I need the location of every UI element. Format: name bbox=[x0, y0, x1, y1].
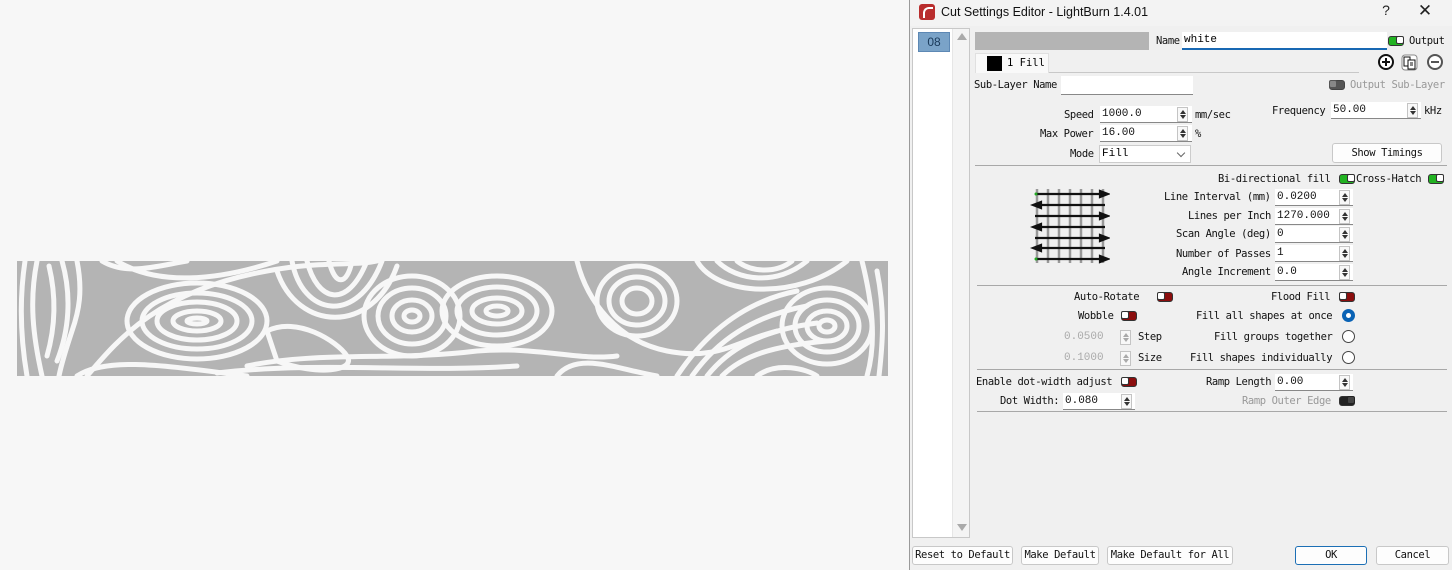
output-toggle[interactable] bbox=[1388, 36, 1404, 46]
wobble-label: Wobble bbox=[1078, 310, 1114, 322]
bidirectional-fill-toggle[interactable] bbox=[1339, 174, 1355, 184]
cancel-button[interactable]: Cancel bbox=[1376, 546, 1449, 565]
design-canvas[interactable] bbox=[0, 0, 905, 570]
wobble-toggle[interactable] bbox=[1121, 311, 1137, 321]
sublayer-name-label: Sub-Layer Name bbox=[974, 79, 1057, 91]
divider bbox=[977, 411, 1447, 412]
frequency-unit: kHz bbox=[1424, 105, 1442, 117]
damascus-pattern-shape[interactable] bbox=[17, 261, 888, 376]
wobble-step-label: Step bbox=[1138, 331, 1162, 343]
fill-preview-diagram bbox=[1030, 189, 1110, 264]
number-of-passes-label: Number of Passes bbox=[1176, 248, 1271, 260]
scroll-up-arrow-icon[interactable] bbox=[957, 33, 967, 40]
mode-select[interactable]: Fill bbox=[1099, 145, 1191, 163]
layer-list-scrollbar[interactable] bbox=[952, 29, 969, 537]
lines-per-inch-spinner[interactable] bbox=[1339, 209, 1350, 224]
chevron-down-icon bbox=[1176, 148, 1186, 158]
max-power-label: Max Power bbox=[1040, 128, 1094, 140]
sublayer-color-swatch bbox=[987, 56, 1002, 71]
divider bbox=[977, 369, 1447, 370]
max-power-spinner[interactable] bbox=[1177, 126, 1188, 141]
dot-width-label: Dot Width: bbox=[1000, 395, 1060, 407]
layer-item-08[interactable]: 08 bbox=[918, 32, 950, 52]
frequency-label: Frequency bbox=[1272, 105, 1326, 117]
tab-label: 1 Fill bbox=[1007, 57, 1045, 69]
line-interval-label: Line Interval (mm) bbox=[1164, 191, 1271, 203]
flood-fill-label: Flood Fill bbox=[1271, 291, 1331, 303]
scan-angle-label: Scan Angle (deg) bbox=[1176, 228, 1271, 240]
enable-dot-width-label: Enable dot-width adjust bbox=[976, 376, 1113, 388]
divider bbox=[977, 285, 1447, 286]
speed-unit: mm/sec bbox=[1195, 109, 1231, 121]
ramp-length-spinner[interactable] bbox=[1339, 375, 1350, 390]
flood-fill-toggle[interactable] bbox=[1339, 292, 1355, 302]
mode-label: Mode bbox=[1070, 148, 1094, 160]
wobble-step-input[interactable]: 0.0500 bbox=[1062, 329, 1112, 346]
dot-width-spinner[interactable] bbox=[1121, 394, 1132, 409]
help-button[interactable]: ? bbox=[1373, 2, 1399, 22]
cross-hatch-label: Cross-Hatch bbox=[1356, 173, 1422, 185]
remove-sublayer-icon[interactable] bbox=[1427, 54, 1443, 70]
make-default-for-all-button[interactable]: Make Default for All bbox=[1107, 546, 1233, 565]
ramp-outer-edge-label: Ramp Outer Edge bbox=[1242, 395, 1331, 407]
fill-groups-together-radio[interactable] bbox=[1342, 330, 1355, 343]
angle-increment-spinner[interactable] bbox=[1339, 265, 1350, 280]
layer-name-input[interactable]: white bbox=[1182, 32, 1387, 50]
make-default-button[interactable]: Make Default bbox=[1021, 546, 1099, 565]
copy-sublayer-icon[interactable] bbox=[1401, 54, 1418, 71]
wobble-size-input[interactable]: 0.1000 bbox=[1062, 350, 1112, 367]
mode-value: Fill bbox=[1102, 148, 1129, 160]
tab-1-fill[interactable]: 1 Fill bbox=[975, 53, 1049, 73]
ramp-length-label: Ramp Length bbox=[1206, 376, 1272, 388]
ok-button[interactable]: OK bbox=[1295, 546, 1367, 565]
line-interval-spinner[interactable] bbox=[1339, 190, 1350, 205]
auto-rotate-label: Auto-Rotate bbox=[1074, 291, 1140, 303]
lightburn-app-icon bbox=[919, 4, 935, 20]
output-label: Output bbox=[1409, 35, 1445, 47]
angle-increment-label: Angle Increment bbox=[1182, 266, 1271, 278]
fill-shapes-individually-radio[interactable] bbox=[1342, 351, 1355, 364]
name-label: Name bbox=[1156, 35, 1180, 47]
sublayer-name-input[interactable] bbox=[1061, 76, 1193, 95]
auto-rotate-toggle[interactable] bbox=[1157, 292, 1173, 302]
ramp-outer-edge-toggle[interactable] bbox=[1339, 396, 1355, 406]
frequency-spinner[interactable] bbox=[1407, 103, 1418, 118]
fill-all-shapes-label: Fill all shapes at once bbox=[1196, 310, 1333, 322]
window-title: Cut Settings Editor - LightBurn 1.4.01 bbox=[941, 5, 1149, 19]
reset-to-default-button[interactable]: Reset to Default bbox=[912, 546, 1013, 565]
layer-list[interactable]: 08 bbox=[912, 28, 970, 538]
number-of-passes-spinner[interactable] bbox=[1339, 246, 1350, 261]
close-button[interactable]: ✕ bbox=[1410, 1, 1440, 23]
output-sublayer-label: Output Sub-Layer bbox=[1350, 79, 1445, 91]
scroll-down-arrow-icon[interactable] bbox=[957, 524, 967, 531]
speed-label: Speed bbox=[1064, 109, 1094, 121]
output-sublayer-toggle[interactable] bbox=[1329, 80, 1345, 90]
scan-angle-spinner[interactable] bbox=[1339, 227, 1350, 242]
bidirectional-fill-label: Bi-directional fill bbox=[1218, 173, 1331, 185]
wobble-size-spinner[interactable] bbox=[1120, 351, 1131, 366]
layer-color-swatch[interactable] bbox=[975, 32, 1149, 50]
wobble-step-spinner[interactable] bbox=[1120, 330, 1131, 345]
speed-spinner[interactable] bbox=[1177, 107, 1188, 122]
max-power-unit: % bbox=[1195, 128, 1201, 140]
divider bbox=[975, 165, 1447, 166]
enable-dot-width-toggle[interactable] bbox=[1121, 377, 1137, 387]
lines-per-inch-label: Lines per Inch bbox=[1188, 210, 1271, 222]
cross-hatch-toggle[interactable] bbox=[1428, 174, 1444, 184]
show-timings-button[interactable]: Show Timings bbox=[1332, 143, 1442, 163]
cut-settings-dialog: Cut Settings Editor - LightBurn 1.4.01 ?… bbox=[909, 0, 1452, 570]
fill-all-shapes-radio[interactable] bbox=[1342, 309, 1355, 322]
add-sublayer-icon[interactable] bbox=[1378, 54, 1394, 70]
fill-shapes-individually-label: Fill shapes individually bbox=[1190, 352, 1333, 364]
wobble-size-label: Size bbox=[1138, 352, 1162, 364]
fill-groups-together-label: Fill groups together bbox=[1214, 331, 1333, 343]
title-bar[interactable]: Cut Settings Editor - LightBurn 1.4.01 ?… bbox=[910, 0, 1452, 26]
